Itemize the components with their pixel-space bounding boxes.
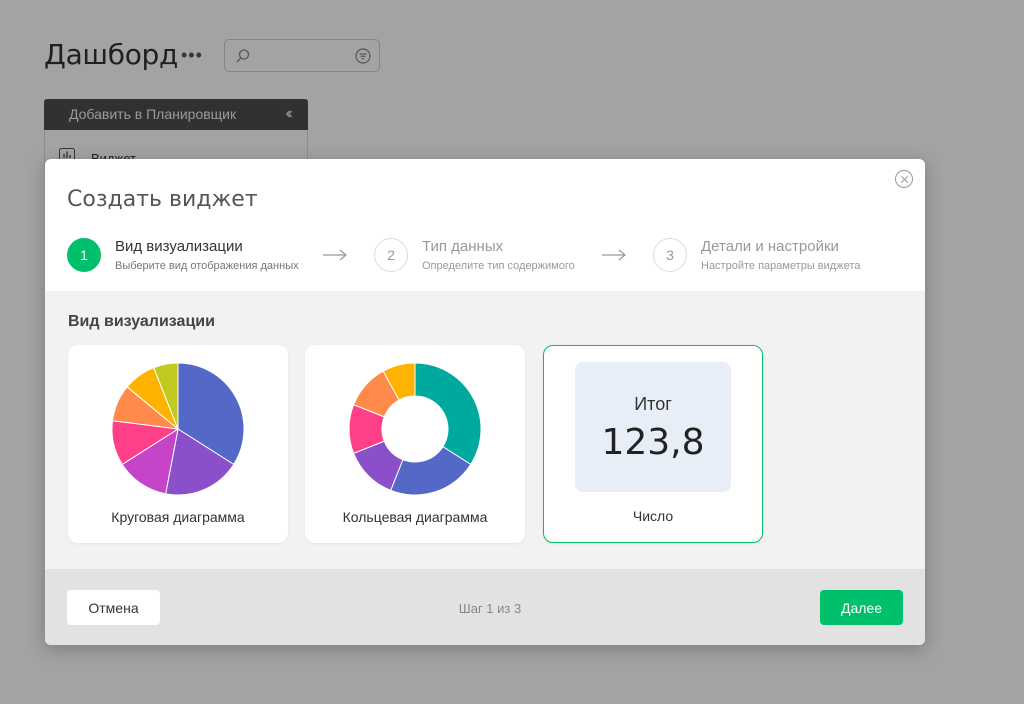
close-icon[interactable] xyxy=(895,170,913,188)
arrow-right-icon xyxy=(323,249,347,261)
visualization-section: Вид визуализации Круговая диаграмма Коль… xyxy=(45,291,925,569)
step-title: Вид визуализации xyxy=(115,238,243,255)
step-indicator: Шаг 1 из 3 xyxy=(458,601,522,616)
step-number: 1 xyxy=(67,238,101,272)
pie-chart-card[interactable]: Круговая диаграмма xyxy=(68,345,288,543)
pie-chart-icon xyxy=(111,362,245,496)
card-label: Круговая диаграмма xyxy=(111,509,245,525)
donut-chart-icon xyxy=(348,362,482,496)
step-title: Тип данных xyxy=(422,238,504,255)
kpi-preview: Итог 123,8 xyxy=(575,362,731,492)
step-subtitle: Настройте параметры виджета xyxy=(701,260,861,272)
step-title: Детали и настройки xyxy=(701,238,839,255)
card-label: Кольцевая диаграмма xyxy=(342,509,488,525)
step-subtitle: Выберите вид отображения данных xyxy=(115,260,299,272)
donut-slice-1 xyxy=(414,362,482,466)
dialog-title: Создать виджет xyxy=(67,187,258,212)
arrow-right-icon xyxy=(602,249,626,261)
step-subtitle: Определите тип содержимого xyxy=(422,260,575,272)
number-card[interactable]: Итог 123,8 Число xyxy=(543,345,763,543)
step-number: 2 xyxy=(374,238,408,272)
next-button[interactable]: Далее xyxy=(820,590,903,625)
create-widget-dialog: Создать виджет 1 Вид визуализации Выбери… xyxy=(45,159,925,645)
section-title: Вид визуализации xyxy=(68,313,215,330)
kpi-value: 123,8 xyxy=(601,422,705,463)
kpi-title: Итог xyxy=(634,394,672,414)
card-label: Число xyxy=(632,508,674,524)
dialog-footer: Отмена Шаг 1 из 3 Далее xyxy=(45,569,925,645)
step-number: 3 xyxy=(653,238,687,272)
donut-chart-card[interactable]: Кольцевая диаграмма xyxy=(305,345,525,543)
